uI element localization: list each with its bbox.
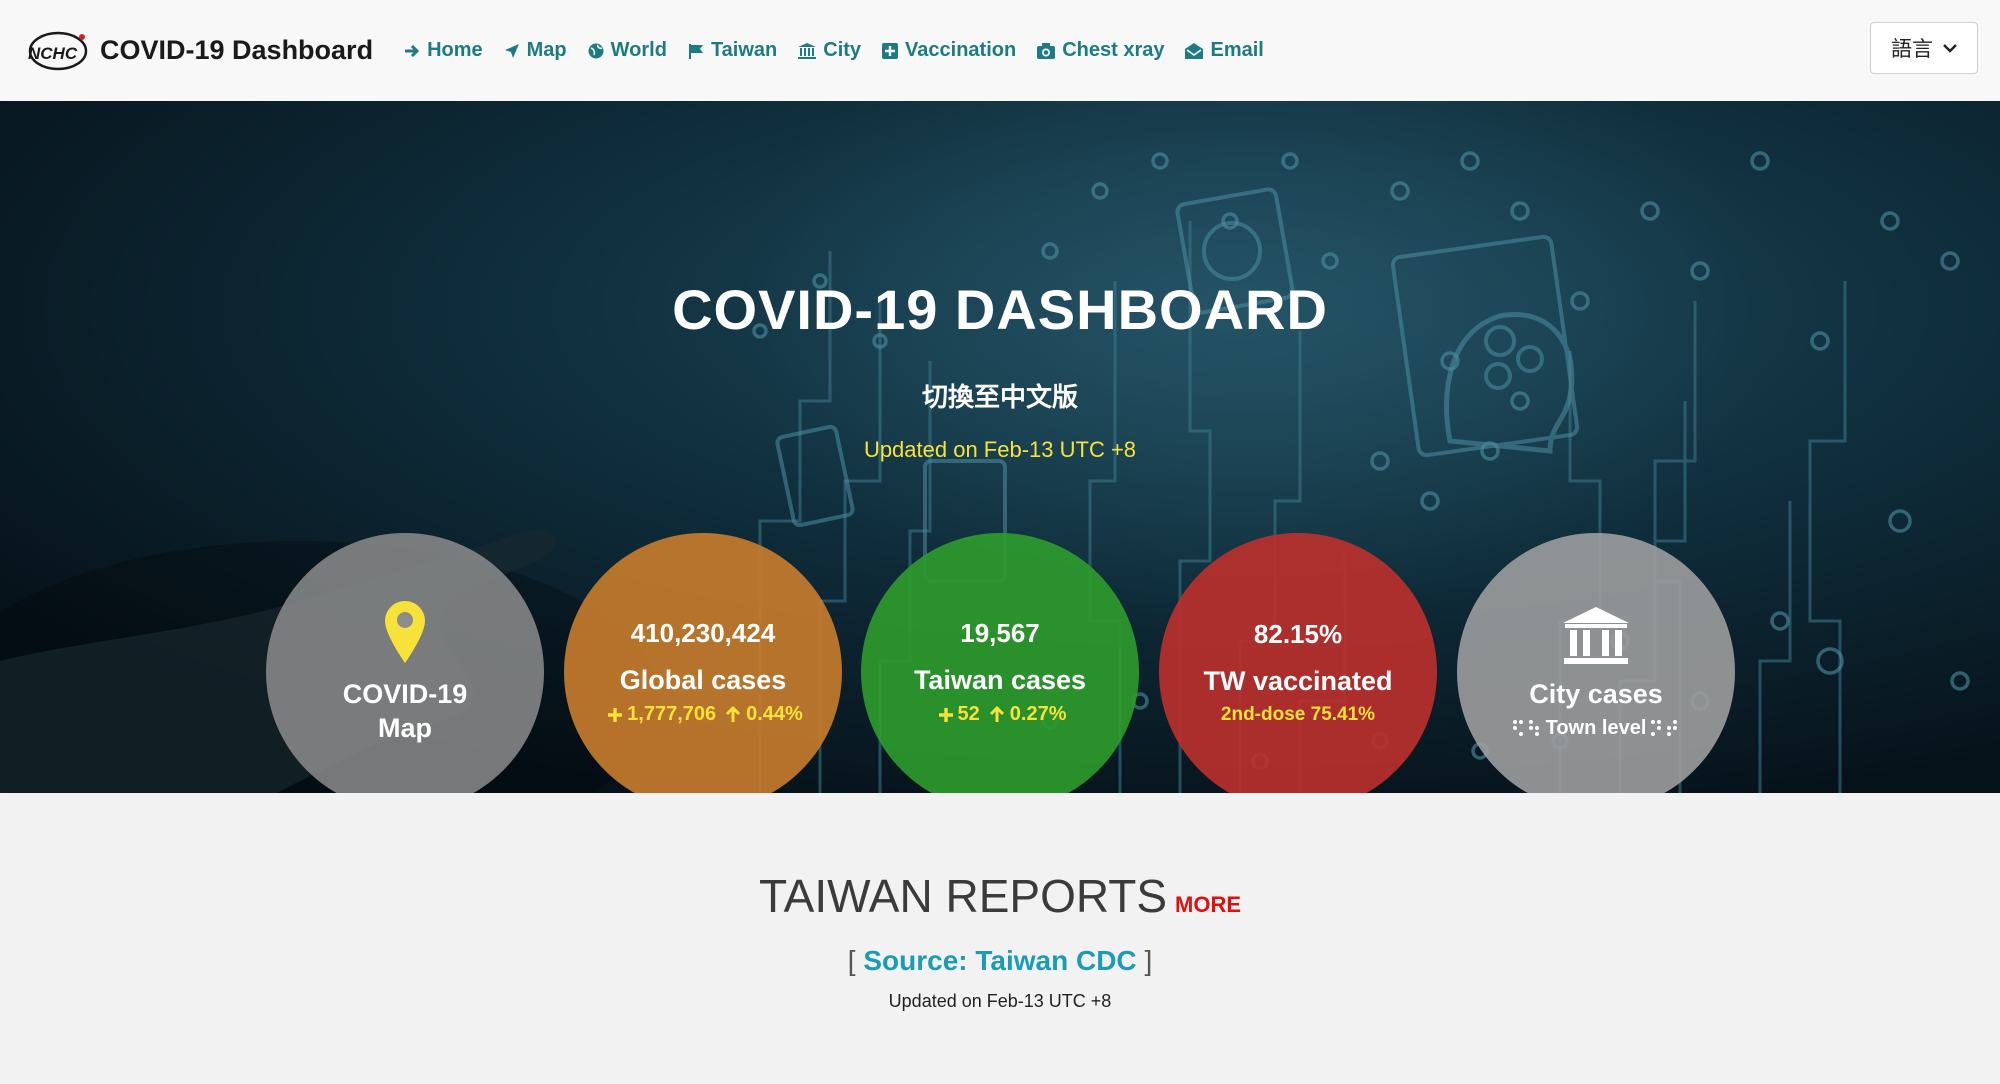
arrow-up-icon: [989, 705, 1004, 722]
reports-updated-text: Updated on Feb-13 UTC +8: [888, 991, 1112, 1011]
taiwan-cases-label: Taiwan cases: [913, 665, 1087, 695]
brand-link[interactable]: NCHC COVID-19 Dashboard: [24, 28, 373, 74]
city-cases-label: City cases: [1529, 678, 1663, 709]
nav-item-label: City: [823, 39, 862, 61]
city-cases-card[interactable]: City cases Town level: [1457, 533, 1735, 793]
map-card-label-line1: COVID-19: [342, 679, 468, 709]
braille-icon: [1512, 720, 1539, 736]
nav-item-city[interactable]: City: [797, 39, 861, 62]
bank-icon: [798, 42, 817, 59]
taiwan-cases-change: 52 0.27%: [934, 703, 1067, 726]
plus-icon: [608, 707, 623, 722]
brand-title: COVID-19 Dashboard: [100, 35, 374, 65]
nav-item-map[interactable]: Map: [503, 39, 567, 62]
taiwan-reports-section: TAIWAN REPORTS MORE [ Source: Taiwan CDC …: [0, 793, 2000, 1084]
camera-icon: [1037, 42, 1056, 59]
taiwan-cases-percent: 0.27%: [1009, 703, 1067, 725]
tw-vaccinated-label: TW vaccinated: [1203, 665, 1393, 696]
flag-icon: [688, 43, 703, 59]
nav-item-chest-xray[interactable]: Chest xray: [1036, 39, 1164, 62]
nav-item-label: Chest xray: [1062, 39, 1165, 61]
hero-updated-text: Updated on Feb-13 UTC +8: [863, 437, 1137, 462]
bracket-open: [: [847, 945, 856, 976]
taiwan-cases-increase: 52: [957, 703, 980, 725]
bank-icon: [1563, 606, 1629, 664]
tw-vaccinated-card[interactable]: 82.15% TW vaccinated 2nd-dose 75.41%: [1159, 533, 1437, 793]
map-card[interactable]: COVID-19 Map: [266, 533, 544, 793]
global-cases-card[interactable]: 410,230,424 Global cases 1,777,706 0.44%: [564, 533, 842, 793]
nav-item-label: Map: [526, 39, 567, 61]
global-cases-change: 1,777,706 0.44%: [603, 703, 803, 726]
logo-text: NCHC: [28, 44, 78, 63]
taiwan-cases-number: 19,567: [960, 618, 1040, 648]
globe-icon: [588, 43, 604, 58]
tw-vaccinated-number: 82.15%: [1253, 618, 1343, 649]
arrow-right-icon: [405, 44, 420, 57]
switch-language-link[interactable]: 切換至中文版: [0, 377, 2000, 414]
global-cases-increase: 1,777,706: [627, 703, 717, 725]
hero-banner: COVID-19 DASHBOARD 切換至中文版 Updated on Feb…: [0, 101, 2000, 793]
map-card-label-line2: Map: [378, 713, 432, 743]
nav-item-home[interactable]: Home: [403, 39, 483, 62]
taiwan-reports-heading: TAIWAN REPORTS MORE: [0, 869, 2000, 923]
source-line: [ Source: Taiwan CDC ]: [0, 945, 2000, 977]
global-cases-number: 410,230,424: [630, 618, 776, 648]
language-select-value: 語言: [1891, 38, 1933, 61]
envelope-icon: [1185, 42, 1204, 59]
arrow-up-icon: [726, 705, 741, 722]
nav-item-vaccination[interactable]: Vaccination: [881, 39, 1016, 62]
nav-item-world[interactable]: World: [587, 39, 667, 62]
global-cases-label: Global cases: [619, 665, 787, 695]
nav-item-label: World: [610, 39, 667, 61]
plane-icon: [504, 43, 519, 58]
nav-menu: Home Map World Taiwan City Vaccination C…: [395, 39, 1264, 62]
hero-title: COVID-19 DASHBOARD: [672, 278, 1328, 341]
nav-item-label: Vaccination: [905, 39, 1017, 61]
global-cases-percent: 0.44%: [746, 703, 803, 725]
nav-item-label: Home: [427, 39, 483, 61]
bracket-close: ]: [1144, 945, 1153, 976]
plus-square-icon: [882, 42, 899, 59]
tw-vaccinated-second-dose: 2nd-dose 75.41%: [1220, 703, 1376, 725]
language-select[interactable]: 語言: [1870, 22, 1978, 74]
town-level-text: Town level: [1508, 717, 1685, 740]
more-link[interactable]: MORE: [1175, 892, 1241, 917]
chevron-down-icon: [1943, 40, 1957, 56]
map-marker-icon: [385, 601, 425, 663]
nav-item-taiwan[interactable]: Taiwan: [687, 39, 777, 62]
navbar: NCHC COVID-19 Dashboard Home Map World T…: [0, 0, 2000, 101]
braille-icon: [1651, 720, 1678, 736]
nav-item-label: Email: [1210, 39, 1264, 61]
plus-icon: [938, 707, 953, 722]
nchc-logo: NCHC: [28, 31, 88, 70]
taiwan-reports-title: TAIWAN REPORTS: [758, 870, 1168, 922]
nav-item-email[interactable]: Email: [1184, 39, 1264, 62]
taiwan-cases-card[interactable]: 19,567 Taiwan cases 52 0.27%: [861, 533, 1139, 793]
source-taiwan-cdc-link[interactable]: Source: Taiwan CDC: [863, 945, 1136, 976]
town-level-label: Town level: [1545, 716, 1647, 739]
nav-item-label: Taiwan: [710, 39, 778, 61]
